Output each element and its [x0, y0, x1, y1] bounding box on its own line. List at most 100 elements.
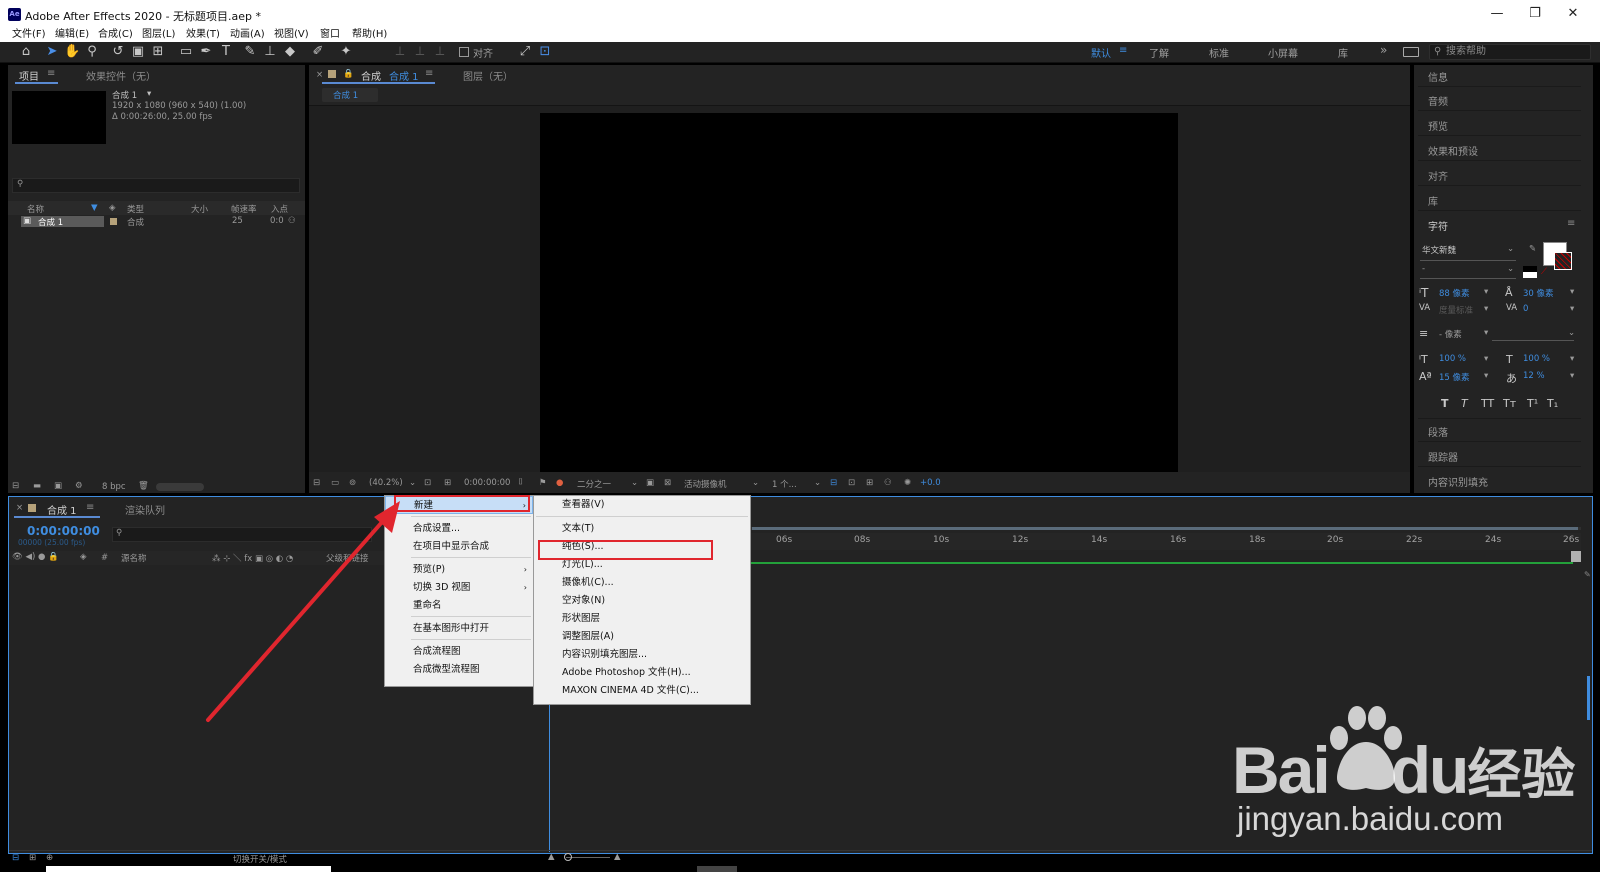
delete-icon[interactable]: 🗑 [138, 481, 149, 491]
timeline-current-time[interactable]: 0:00:00:00 [27, 524, 100, 538]
workspace-small-screen[interactable]: 小屏幕 [1268, 45, 1298, 60]
hscale-chevron-icon[interactable]: ▾ [1570, 354, 1574, 364]
close-button[interactable]: ✕ [1556, 4, 1590, 24]
thumbnail-size-slider[interactable] [156, 483, 204, 491]
fast-previews-icon[interactable]: ⊡ [848, 478, 855, 488]
camera-tool-icon[interactable]: ▣ [130, 44, 146, 60]
brush-tool-icon[interactable]: ✎ [242, 44, 258, 60]
menu-file[interactable]: 文件(F) [12, 28, 46, 42]
exposure-icon[interactable]: ✺ [904, 478, 911, 488]
tracking-chevron-icon[interactable]: ▾ [1570, 304, 1574, 314]
superscript-button[interactable]: T¹ [1527, 397, 1538, 410]
panel-content-aware-fill[interactable]: 内容识别填充 [1428, 474, 1488, 489]
menu-window[interactable]: 窗口 [320, 28, 340, 42]
menu-layer[interactable]: 图层(L) [142, 28, 175, 42]
region-of-interest-icon[interactable]: ▣ [646, 478, 654, 488]
tsume-chevron-icon[interactable]: ▾ [1570, 371, 1574, 381]
panel-preview[interactable]: 预览 [1428, 118, 1448, 133]
camera-chevron-icon[interactable]: ⌄ [752, 478, 759, 488]
local-axis-icon[interactable]: ⟂ [392, 44, 408, 60]
eyedropper-icon[interactable]: ✎ [1529, 244, 1536, 254]
timeline-icon[interactable]: ⊞ [866, 478, 873, 488]
comp-canvas[interactable] [540, 113, 1178, 472]
resolution-chevron-icon[interactable]: ⌄ [631, 478, 638, 488]
snap-options-icon[interactable]: ⊡ [537, 44, 553, 60]
rectangle-tool-icon[interactable]: ▭ [178, 44, 194, 60]
comp-breadcrumb[interactable]: 合成 1 [333, 89, 358, 101]
stroke-color-swatch[interactable] [1554, 252, 1572, 270]
tsume-value[interactable]: 12 % [1523, 371, 1545, 381]
stroke-width-chevron-icon[interactable]: ▾ [1484, 328, 1488, 338]
tab-effect-controls[interactable]: 效果控件（无） [86, 68, 156, 83]
stroke-type-chevron-icon[interactable]: ⌄ [1568, 328, 1575, 338]
minimize-button[interactable]: — [1480, 4, 1514, 24]
faux-italic-button[interactable]: T [1461, 397, 1468, 410]
submenu-content-aware-fill-layer[interactable]: 内容识别填充图层... [534, 646, 750, 664]
col-in-point[interactable]: 入点 [271, 203, 288, 215]
vscale-chevron-icon[interactable]: ▾ [1484, 354, 1488, 364]
font-size-value[interactable]: 88 像素 [1439, 287, 1470, 299]
render-time-icon[interactable]: ⊕ [46, 853, 53, 863]
panel-character[interactable]: 字符 [1428, 218, 1448, 233]
show-snapshot-icon[interactable]: ⚑ [539, 478, 547, 488]
character-menu-icon[interactable]: ≡ [1567, 218, 1575, 229]
home-icon[interactable]: ⌂ [18, 44, 34, 60]
menu-effect[interactable]: 效果(T) [186, 28, 220, 42]
fit-icon[interactable]: ⊡ [424, 478, 431, 488]
zoom-in-icon[interactable]: ▲ [614, 852, 621, 862]
zoom-chevron-icon[interactable]: ⌄ [409, 478, 416, 488]
submenu-adjustment-layer[interactable]: 调整图层(A) [534, 628, 750, 646]
timeline-menu-icon[interactable]: ≡ [86, 502, 94, 513]
flowchart-icon[interactable]: ⚇ [288, 216, 296, 226]
leading-chevron-icon[interactable]: ▾ [1570, 287, 1574, 297]
search-help-input[interactable]: 搜索帮助 [1429, 44, 1591, 60]
submenu-photoshop-file[interactable]: Adobe Photoshop 文件(H)... [534, 664, 750, 682]
expand-layer-switches-icon[interactable]: ⊟ [12, 853, 19, 863]
camera-dropdown[interactable]: 活动摄像机 [684, 478, 727, 490]
type-tool-icon[interactable]: T [218, 44, 234, 60]
views-chevron-icon[interactable]: ⌄ [814, 478, 821, 488]
font-family-chevron-icon[interactable]: ⌄ [1507, 244, 1514, 254]
panel-library[interactable]: 库 [1428, 193, 1438, 208]
workspace-menu-icon[interactable]: ≡ [1119, 45, 1127, 56]
tab-timeline-comp[interactable]: 合成 1 [47, 502, 77, 517]
col-size[interactable]: 大小 [191, 203, 208, 215]
sort-arrow-icon[interactable]: ▼ [91, 203, 98, 213]
submenu-shape-layer[interactable]: 形状图层 [534, 610, 750, 628]
timeline-scrollbar[interactable] [1587, 676, 1590, 720]
interpret-footage-icon[interactable]: ⊟ [12, 481, 19, 491]
clone-stamp-tool-icon[interactable]: ⊥ [262, 44, 278, 60]
submenu-null-object[interactable]: 空对象(N) [534, 592, 750, 610]
vertical-scale-value[interactable]: 100 % [1439, 354, 1466, 364]
faux-bold-button[interactable]: T [1441, 397, 1449, 410]
bottom-scrollbar-track[interactable] [46, 866, 331, 872]
tab-composition-name[interactable]: 合成 1 [389, 68, 419, 83]
expand-transfer-icon[interactable]: ⊞ [29, 853, 36, 863]
snapshot-camera-icon[interactable]: ⌷ [518, 477, 523, 487]
menu-help[interactable]: 帮助(H) [352, 28, 387, 42]
kerning-chevron-icon[interactable]: ▾ [1484, 304, 1488, 314]
submenu-text[interactable]: 文本(T) [534, 520, 750, 538]
baseline-shift-value[interactable]: 15 像素 [1439, 371, 1470, 383]
selection-tool-icon[interactable]: ➤ [44, 44, 60, 60]
project-search-input[interactable] [12, 178, 300, 193]
col-name[interactable]: 名称 [27, 203, 44, 215]
workspace-more-icon[interactable]: » [1380, 43, 1387, 57]
world-axis-icon[interactable]: ⟂ [412, 44, 428, 60]
eraser-tool-icon[interactable]: ◆ [282, 44, 298, 60]
project-row-name[interactable]: 合成 1 [38, 216, 63, 228]
transparency-grid-icon[interactable]: ⊠ [664, 478, 671, 488]
label-color-swatch[interactable] [110, 218, 117, 225]
panel-align[interactable]: 对齐 [1428, 168, 1448, 183]
menu-composition[interactable]: 合成(C) [98, 28, 133, 42]
restore-button[interactable]: ❐ [1518, 4, 1552, 24]
tracking-value[interactable]: 0 [1523, 304, 1528, 314]
always-preview-icon[interactable]: ⊟ [313, 478, 320, 488]
kerning-value[interactable]: 度量标准 [1439, 304, 1473, 316]
zoom-tool-icon[interactable]: ⚲ [84, 44, 100, 60]
pan-behind-tool-icon[interactable]: ⊞ [150, 44, 166, 60]
menu-animation[interactable]: 动画(A) [230, 28, 265, 42]
font-size-chevron-icon[interactable]: ▾ [1484, 287, 1488, 297]
comp-dropdown-icon[interactable]: ▾ [147, 89, 151, 99]
align-checkbox[interactable] [459, 47, 469, 57]
